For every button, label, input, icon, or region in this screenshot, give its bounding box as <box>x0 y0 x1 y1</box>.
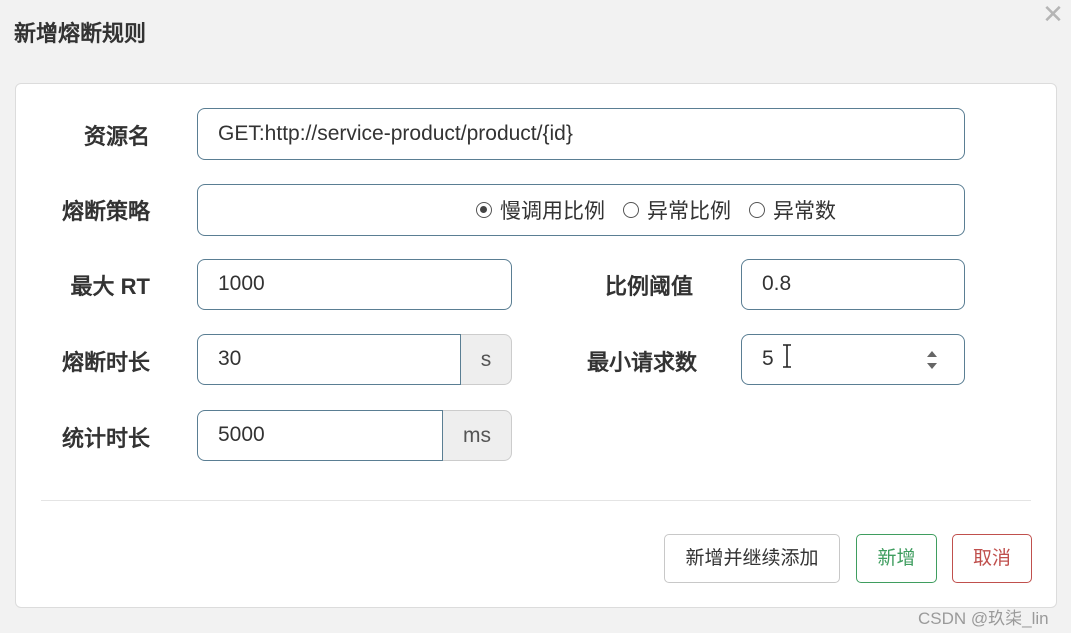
resource-input[interactable]: GET:http://service-product/product/{id} <box>197 108 965 160</box>
add-button[interactable]: 新增 <box>856 534 937 583</box>
radio-unchecked-icon[interactable] <box>749 202 765 218</box>
resource-label: 资源名 <box>83 124 150 149</box>
strategy-label: 熔断策略 <box>61 199 150 224</box>
min-requests-label: 最小请求数 <box>586 350 697 375</box>
radio-error-count[interactable]: 异常数 <box>749 195 836 225</box>
stat-duration-input[interactable]: 5000 <box>197 410 443 461</box>
radio-checked-icon[interactable] <box>476 202 492 218</box>
break-duration-unit: s <box>461 334 512 385</box>
max-rt-label: 最大 RT <box>70 274 150 299</box>
add-and-continue-button[interactable]: 新增并继续添加 <box>664 534 840 583</box>
break-duration-input[interactable]: 30 <box>197 334 461 385</box>
break-duration-label: 熔断时长 <box>61 350 150 375</box>
radio-error-ratio[interactable]: 异常比例 <box>623 195 731 225</box>
divider <box>41 500 1031 501</box>
watermark: CSDN @玖柒_lin <box>918 609 1049 628</box>
radio-label: 异常数 <box>773 200 836 223</box>
ratio-threshold-label: 比例阈值 <box>604 274 693 299</box>
strategy-radio-group: 慢调用比例 异常比例 异常数 <box>197 184 965 236</box>
ratio-threshold-input[interactable]: 0.8 <box>741 259 965 310</box>
max-rt-input[interactable]: 1000 <box>197 259 512 310</box>
dialog-title: 新增熔断规则 <box>14 21 147 46</box>
radio-label: 异常比例 <box>647 200 731 223</box>
radio-unchecked-icon[interactable] <box>623 202 639 218</box>
radio-label: 慢调用比例 <box>500 200 605 223</box>
text-cursor-icon <box>783 344 791 368</box>
stat-duration-unit: ms <box>443 410 512 461</box>
stat-duration-label: 统计时长 <box>61 426 150 451</box>
radio-slow-call-ratio[interactable]: 慢调用比例 <box>476 195 605 225</box>
cancel-button[interactable]: 取消 <box>952 534 1032 583</box>
close-icon[interactable]: ✕ <box>1040 2 1066 28</box>
number-spinner-icon[interactable] <box>925 348 939 372</box>
